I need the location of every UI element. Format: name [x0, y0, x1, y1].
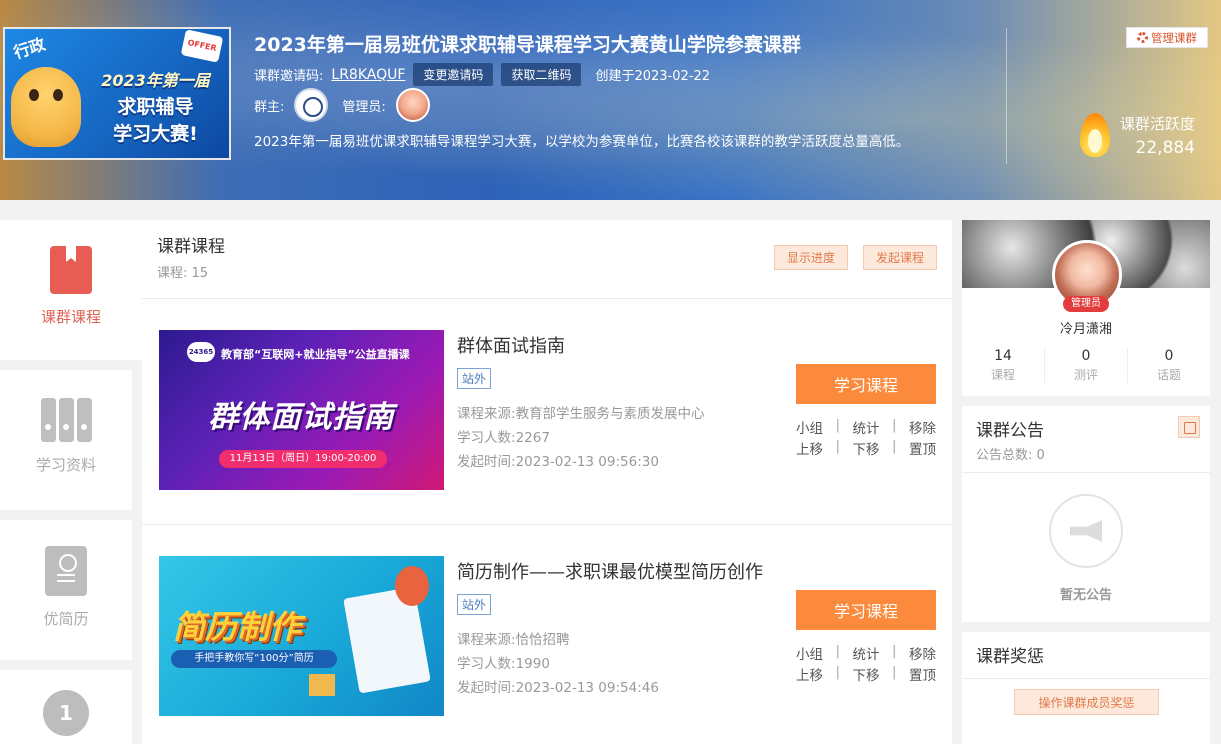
course-divider: [142, 524, 952, 525]
course-ops-row: 上移 | 下移 | 置顶: [796, 438, 936, 458]
course-learners: 学习人数:2267: [457, 430, 550, 446]
study-course-button[interactable]: 学习课程: [796, 364, 936, 404]
course-item: 简历制作 手把手教你写“100分”简历 简历制作——求职课最优模型简历创作 站外…: [142, 556, 952, 744]
course-title[interactable]: 简历制作——求职课最优模型简历创作: [457, 558, 763, 584]
admin-avatar[interactable]: [395, 88, 430, 122]
move-up-link[interactable]: 上移: [796, 664, 823, 684]
nav-item-resume[interactable]: 优简历: [0, 520, 132, 660]
course-ops-row: 上移 | 下移 | 置顶: [796, 664, 936, 684]
remove-link[interactable]: 移除: [909, 643, 936, 663]
course-time: 发起时间:2023-02-13 09:54:46: [457, 680, 659, 696]
section-title: 课群课程: [157, 237, 225, 257]
medal-icon: 1: [43, 690, 89, 736]
stat-topics[interactable]: 0 话题: [1128, 348, 1210, 383]
header-divider: [1006, 28, 1007, 164]
nav-item-label: 优简历: [43, 610, 89, 628]
course-source: 课程来源:恰恰招聘: [457, 632, 570, 648]
external-tag: 站外: [457, 368, 492, 389]
course-title[interactable]: 群体面试指南: [457, 332, 565, 358]
move-down-link[interactable]: 下移: [853, 664, 880, 684]
notice-card: 课群公告 公告总数: 0 暂无公告: [962, 406, 1210, 622]
profile-stats: 14 课程 0 测评 0 话题: [962, 348, 1210, 383]
member-reward-button[interactable]: 操作课群成员奖惩: [1014, 689, 1159, 715]
flame-icon: [1078, 113, 1112, 159]
book-icon: [50, 246, 92, 294]
move-up-link[interactable]: 上移: [796, 438, 823, 458]
pin-top-link[interactable]: 置顶: [909, 664, 936, 684]
activity-label: 课群活跃度: [1120, 115, 1196, 133]
owner-label: 群主:: [254, 99, 285, 115]
move-down-link[interactable]: 下移: [853, 438, 880, 458]
nav-item-ranking[interactable]: 1: [0, 670, 132, 744]
course-thumbnail[interactable]: 简历制作 手把手教你写“100分”简历: [159, 556, 444, 716]
resume-icon: [45, 546, 87, 596]
course-source: 课程来源:教育部学生服务与素质发展中心: [457, 406, 705, 422]
course-count: 课程: 15: [157, 266, 209, 281]
invite-code[interactable]: LR8KAQUF: [331, 67, 405, 83]
remove-link[interactable]: 移除: [909, 417, 936, 437]
course-thumbnail[interactable]: 24365 教育部“互联网+就业指导”公益直播课 群体面试指南 11月13日（周…: [159, 330, 444, 490]
admin-profile-card: 管理员 冷月潇湘 14 课程 0 测评 0 话题: [962, 220, 1210, 396]
group-cover-image: 行政 OFFER 2023年第一届 求职辅导 学习大赛!: [3, 27, 231, 160]
role-badge: 管理员: [1063, 296, 1109, 312]
course-learners: 学习人数:1990: [457, 656, 550, 672]
external-tag: 站外: [457, 594, 492, 615]
stat-tests[interactable]: 0 测评: [1045, 348, 1128, 383]
invite-label: 课群邀请码:: [254, 69, 324, 84]
nav-item-courses[interactable]: 课群课程: [0, 220, 142, 360]
profile-name[interactable]: 冷月潇湘: [962, 318, 1210, 337]
admin-label: 管理员:: [342, 99, 386, 115]
cover-offer-badge: OFFER: [180, 29, 224, 63]
stat-courses[interactable]: 14 课程: [962, 348, 1045, 383]
pin-top-link[interactable]: 置顶: [909, 438, 936, 458]
notice-count: 公告总数: 0: [976, 448, 1045, 463]
binders-icon: [40, 398, 92, 442]
study-course-button[interactable]: 学习课程: [796, 590, 936, 630]
course-ops-row: 小组 | 统计 | 移除: [796, 643, 936, 663]
cover-text: 2023年第一届 求职辅导 学习大赛!: [101, 71, 210, 145]
created-date: 创建于2023-02-22: [595, 69, 711, 84]
nav-item-materials[interactable]: 学习资料: [0, 370, 132, 510]
group-link[interactable]: 小组: [796, 417, 823, 437]
course-time: 发起时间:2023-02-13 09:56:30: [457, 454, 659, 470]
course-ops-row: 小组 | 统计 | 移除: [796, 417, 936, 437]
stats-link[interactable]: 统计: [853, 417, 880, 437]
notice-title: 课群公告: [976, 421, 1044, 441]
change-invite-code-button[interactable]: 变更邀请码: [413, 63, 494, 86]
empty-notice-text: 暂无公告: [1059, 588, 1112, 603]
edit-icon[interactable]: [1178, 416, 1200, 438]
cover-tag: 行政: [11, 34, 48, 63]
owner-avatar[interactable]: [294, 88, 329, 122]
course-item: 24365 教育部“互联网+就业指导”公益直播课 群体面试指南 11月13日（周…: [142, 330, 952, 530]
nav-item-label: 学习资料: [35, 456, 96, 474]
show-progress-button[interactable]: 显示进度: [774, 245, 848, 270]
activity-panel: 课群活跃度 22,884: [1078, 113, 1195, 159]
course-list-panel: 课群课程 课程: 15 显示进度 发起课程 24365 教育部“互联网+就业指导…: [142, 220, 952, 744]
get-qrcode-button[interactable]: 获取二维码: [501, 63, 582, 86]
group-description: 2023年第一届易班优课求职辅导课程学习大赛，以学校为参赛单位，比赛各校该课群的…: [254, 134, 910, 150]
invite-row: 课群邀请码: LR8KAQUF 变更邀请码 获取二维码 创建于2023-02-2…: [254, 63, 710, 86]
gear-icon: [1137, 32, 1148, 43]
reward-card: 课群奖惩 操作课群成员奖惩: [962, 632, 1210, 744]
group-link[interactable]: 小组: [796, 643, 823, 663]
mascot-bear-icon: [11, 67, 81, 147]
stats-link[interactable]: 统计: [853, 643, 880, 663]
start-course-button[interactable]: 发起课程: [863, 245, 937, 270]
group-header: 行政 OFFER 2023年第一届 求职辅导 学习大赛! 2023年第一届易班优…: [0, 0, 1221, 200]
reward-title: 课群奖惩: [976, 647, 1044, 667]
manage-group-button[interactable]: 管理课群: [1126, 27, 1208, 48]
nav-item-label: 课群课程: [40, 308, 101, 326]
group-title: 2023年第一届易班优课求职辅导课程学习大赛黄山学院参赛课群: [254, 34, 801, 56]
members-row: 群主: 管理员:: [254, 88, 430, 122]
activity-value: 22,884: [1135, 138, 1196, 158]
megaphone-icon: [1049, 494, 1123, 568]
section-divider: [142, 298, 952, 299]
